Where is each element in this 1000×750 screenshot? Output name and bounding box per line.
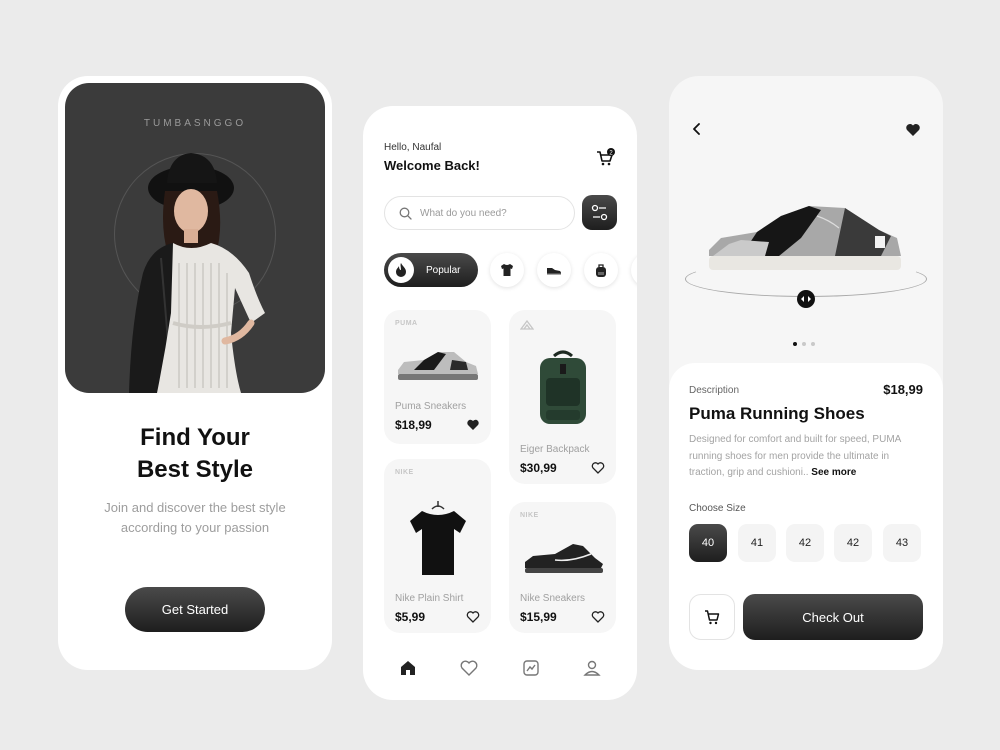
checkout-button[interactable]: Check Out bbox=[743, 594, 923, 640]
see-more-link[interactable]: See more bbox=[811, 467, 856, 478]
product-price: $30,99 bbox=[520, 461, 557, 475]
size-option[interactable]: 43 bbox=[883, 524, 921, 562]
description-line-3: traction, grip and cushioni.. See more bbox=[689, 465, 925, 482]
product-name: Eiger Backpack bbox=[520, 444, 590, 455]
model-illustration bbox=[129, 153, 265, 393]
sneaker-icon bbox=[547, 268, 561, 275]
flame-icon bbox=[396, 263, 406, 277]
product-price: $18,99 bbox=[883, 382, 923, 397]
greeting: Hello, Naufal bbox=[384, 142, 442, 153]
product-price: $15,99 bbox=[520, 610, 557, 624]
sliders-icon bbox=[591, 204, 608, 221]
category-popular-label: Popular bbox=[426, 264, 461, 276]
size-option[interactable]: 42 bbox=[786, 524, 824, 562]
back-icon[interactable] bbox=[689, 121, 705, 137]
search-input[interactable]: What do you need? bbox=[384, 196, 575, 230]
heart-outline-icon[interactable] bbox=[466, 610, 480, 624]
heart-outline-icon[interactable] bbox=[591, 610, 605, 624]
product-price: $5,99 bbox=[395, 610, 426, 624]
cart-icon bbox=[705, 610, 720, 625]
size-option[interactable]: 40 bbox=[689, 524, 727, 562]
favorite-icon[interactable] bbox=[905, 122, 921, 138]
search-placeholder: What do you need? bbox=[420, 207, 507, 219]
details-panel: Description $18,99 Puma Running Shoes De… bbox=[669, 363, 943, 670]
page-title: Find Your Best Style bbox=[58, 422, 332, 486]
plain-shirt-image bbox=[410, 501, 466, 575]
nike-logo: NIKE bbox=[520, 512, 539, 519]
product-description: Designed for comfort and built for speed… bbox=[689, 432, 925, 482]
product-detail-screen: Description $18,99 Puma Running Shoes De… bbox=[669, 76, 943, 670]
home-icon[interactable] bbox=[398, 658, 418, 678]
title-line-2: Best Style bbox=[136, 456, 254, 483]
subtitle-line-1: Join and discover the best style bbox=[104, 500, 286, 515]
rotate-handle[interactable] bbox=[797, 290, 815, 308]
shirt-icon bbox=[501, 264, 513, 276]
product-card[interactable]: NIKE Nike Plain Shirt $5,99 bbox=[384, 459, 491, 633]
heart-icon[interactable] bbox=[459, 658, 479, 678]
onboarding-screen: TUMBASNGGO Find Your Best Style Join and… bbox=[58, 76, 332, 670]
description-line-3-text: traction, grip and cushioni.. bbox=[689, 467, 809, 478]
product-card[interactable]: PUMA Puma Sneakers $18,99 bbox=[384, 310, 491, 444]
cart-icon: 2 bbox=[597, 148, 615, 166]
category-sneaker[interactable] bbox=[537, 253, 571, 287]
product-name: Puma Sneakers bbox=[395, 401, 467, 412]
get-started-button[interactable]: Get Started bbox=[125, 587, 265, 632]
category-popular[interactable]: Popular bbox=[384, 253, 478, 287]
eiger-logo bbox=[520, 320, 534, 330]
home-screen: Hello, Naufal Welcome Back! 2 What do yo… bbox=[363, 106, 637, 700]
heart-filled-icon[interactable] bbox=[466, 418, 480, 432]
profile-icon[interactable] bbox=[582, 658, 602, 678]
product-name: Nike Plain Shirt bbox=[395, 593, 464, 604]
description-line-1: Designed for comfort and built for speed… bbox=[689, 434, 902, 445]
category-shirt[interactable] bbox=[490, 253, 524, 287]
subtitle-line-2: according to your passion bbox=[120, 520, 270, 535]
product-card[interactable]: Eiger Backpack $30,99 bbox=[509, 310, 616, 484]
puma-sneaker-image bbox=[398, 352, 478, 380]
search-icon bbox=[399, 207, 412, 220]
filter-button[interactable] bbox=[582, 195, 617, 230]
add-to-cart-button[interactable] bbox=[689, 594, 735, 640]
welcome-title: Welcome Back! bbox=[384, 158, 480, 173]
product-title: Puma Running Shoes bbox=[689, 404, 865, 423]
product-card[interactable]: NIKE Nike Sneakers $15,99 bbox=[509, 502, 616, 633]
carousel-dot[interactable] bbox=[802, 342, 806, 346]
category-more[interactable] bbox=[631, 253, 637, 287]
carousel-dot[interactable] bbox=[793, 342, 797, 346]
nike-sneaker-image bbox=[525, 544, 603, 573]
eiger-backpack-image bbox=[540, 350, 586, 424]
description-label: Description bbox=[689, 385, 740, 396]
carousel-dots[interactable] bbox=[793, 342, 815, 346]
size-option[interactable]: 42 bbox=[834, 524, 872, 562]
size-option[interactable]: 41 bbox=[738, 524, 776, 562]
description-line-2: running shoes for men provide the ultima… bbox=[689, 450, 890, 462]
cart-button[interactable]: 2 bbox=[595, 148, 615, 168]
puma-logo: PUMA bbox=[395, 320, 418, 327]
activity-icon[interactable] bbox=[521, 658, 541, 678]
nike-logo: NIKE bbox=[395, 469, 414, 476]
product-price: $18,99 bbox=[395, 418, 432, 432]
hero-image: TUMBASNGGO bbox=[65, 83, 325, 393]
size-label: Choose Size bbox=[689, 503, 746, 514]
carousel-dot[interactable] bbox=[811, 342, 815, 346]
backpack-icon bbox=[596, 263, 606, 277]
rotate-arrows-icon bbox=[801, 296, 811, 302]
category-backpack[interactable] bbox=[584, 253, 618, 287]
flame-icon-wrap bbox=[388, 257, 414, 283]
page-subtitle: Join and discover the best style accordi… bbox=[88, 498, 302, 538]
product-name: Nike Sneakers bbox=[520, 593, 586, 604]
heart-outline-icon[interactable] bbox=[591, 461, 605, 475]
title-line-1: Find Your bbox=[140, 424, 250, 451]
